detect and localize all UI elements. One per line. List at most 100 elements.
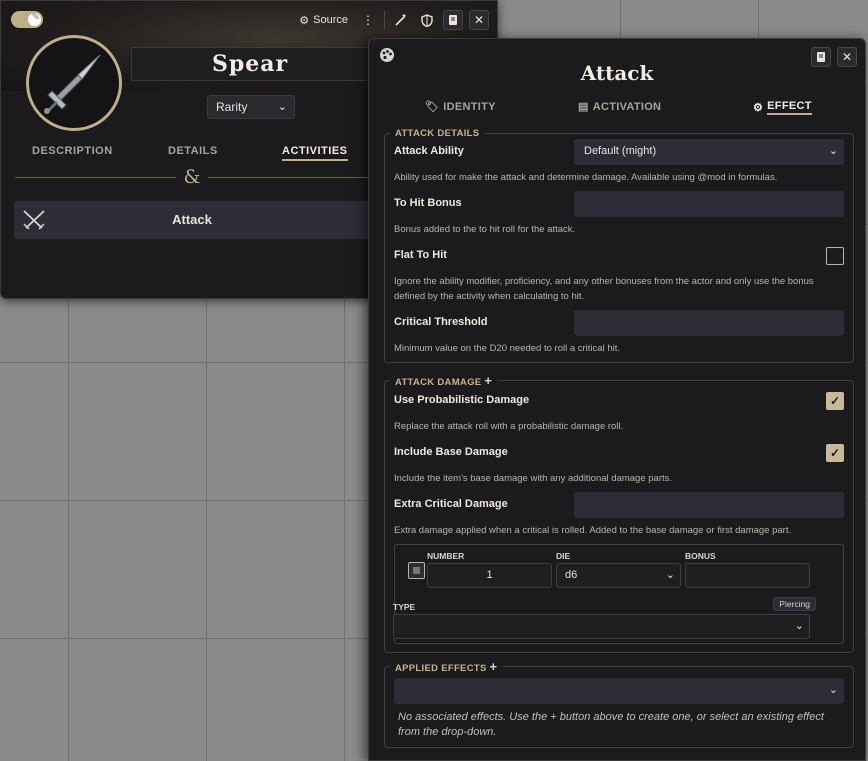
- attack-damage-group: ATTACK DAMAGE + Use Probabilistic Damage…: [384, 373, 854, 653]
- type-select[interactable]: ⌄: [393, 614, 810, 639]
- activity-config-window: ✕ Attack 🏷 IDENTITY ▤ ACTIVATION ⚙ EFFEC…: [368, 38, 866, 761]
- compendium-icon[interactable]: [443, 10, 463, 30]
- note-text: No associated effects. Use the: [398, 711, 548, 723]
- tab-activation[interactable]: ▤ ACTIVATION: [578, 100, 662, 114]
- number-label: NUMBER: [427, 551, 465, 561]
- item-portrait[interactable]: [26, 35, 122, 131]
- damage-part-checkbox[interactable]: [408, 562, 425, 579]
- field-hint: Ability used for make the attack and det…: [394, 172, 778, 183]
- plus-icon: +: [550, 711, 557, 723]
- chevron-down-icon: ⌄: [828, 145, 838, 157]
- more-options-icon[interactable]: ⋮: [358, 10, 378, 30]
- spear-icon: [44, 54, 101, 114]
- bonus-input[interactable]: [685, 563, 810, 588]
- tab-label: EFFECT: [767, 100, 812, 115]
- chevron-down-icon: ⌄: [828, 684, 838, 696]
- type-label: TYPE: [393, 602, 416, 612]
- field-label: Attack Ability: [394, 145, 464, 157]
- attack-ability-row: Attack Ability Default (might) ⌄: [394, 139, 844, 165]
- field-label: Extra Critical Damage: [394, 498, 508, 510]
- field-hint: Bonus added to the to hit roll for the a…: [394, 224, 576, 235]
- divider: [384, 11, 385, 29]
- effect-select-row: ⌄: [394, 678, 844, 704]
- tab-details[interactable]: DETAILS: [168, 145, 218, 157]
- tab-description[interactable]: DESCRIPTION: [32, 145, 113, 157]
- flat-to-hit-checkbox[interactable]: [826, 247, 844, 265]
- to-hit-bonus-input[interactable]: [574, 191, 844, 217]
- tab-identity[interactable]: 🏷 IDENTITY: [425, 100, 496, 114]
- rarity-value: Rarity: [216, 100, 248, 114]
- source-label: Source: [313, 14, 348, 26]
- number-input[interactable]: 1: [427, 563, 552, 588]
- tab-label: ACTIVATION: [592, 100, 662, 113]
- chevron-down-icon: ⌄: [665, 569, 675, 581]
- tab-effect[interactable]: ⚙ EFFECT: [753, 100, 812, 115]
- applied-effects-group: APPLIED EFFECTS + ⌄ No associated effect…: [384, 659, 854, 748]
- group-legend: APPLIED EFFECTS +: [390, 659, 502, 674]
- field-hint: Minimum value on the D20 needed to roll …: [394, 343, 621, 354]
- activity-tabs: 🏷 IDENTITY ▤ ACTIVATION ⚙ EFFECT: [369, 100, 865, 120]
- item-name[interactable]: Spear: [131, 47, 369, 81]
- field-hint: Extra damage applied when a critical is …: [394, 525, 792, 536]
- field-label: To Hit Bonus: [394, 197, 462, 209]
- tab-activities[interactable]: ACTIVITIES: [282, 145, 348, 161]
- effect-select[interactable]: ⌄: [394, 678, 844, 704]
- shield-icon[interactable]: [417, 10, 437, 30]
- edit-mode-toggle[interactable]: ✎: [11, 11, 43, 28]
- to-hit-bonus-row: To Hit Bonus: [394, 191, 844, 217]
- die-select[interactable]: d6 ⌄: [556, 563, 681, 588]
- include-base-damage-row: Include Base Damage ✓: [394, 440, 844, 466]
- probabilistic-damage-checkbox[interactable]: ✓: [826, 392, 844, 410]
- flat-to-hit-row: Flat To Hit: [394, 243, 844, 269]
- die-value: d6: [565, 569, 578, 581]
- attack-details-group: ATTACK DETAILS Attack Ability Default (m…: [384, 128, 854, 363]
- wrench-icon: ✎: [31, 12, 40, 23]
- critical-threshold-input[interactable]: [574, 310, 844, 336]
- group-legend: ATTACK DAMAGE +: [390, 373, 497, 388]
- item-header-controls: ⚙ Source ⋮ ✕: [295, 10, 489, 30]
- die-label: DIE: [556, 551, 571, 561]
- chevron-down-icon: ⌄: [794, 620, 804, 632]
- gear-icon: ⚙: [753, 102, 764, 114]
- field-hint: Ignore the ability modifier, proficiency…: [394, 276, 814, 302]
- extra-critical-damage-row: Extra Critical Damage: [394, 492, 844, 518]
- activity-item[interactable]: Attack: [14, 201, 370, 239]
- section-ornament: &: [15, 166, 370, 188]
- no-effects-note: No associated effects. Use the + button …: [394, 704, 844, 747]
- probabilistic-damage-row: Use Probabilistic Damage ✓: [394, 388, 844, 414]
- add-damage-icon[interactable]: +: [484, 373, 492, 388]
- field-label: Flat To Hit: [394, 249, 447, 261]
- field-label: Use Probabilistic Damage: [394, 394, 530, 406]
- field-label: Critical Threshold: [394, 316, 488, 328]
- chevron-down-icon: ⌄: [277, 101, 287, 113]
- tag-icon: 🏷: [425, 101, 440, 113]
- source-button[interactable]: ⚙ Source: [295, 14, 352, 27]
- window-title: Attack: [580, 61, 654, 85]
- clapperboard-icon: ▤: [578, 101, 589, 113]
- include-base-damage-checkbox[interactable]: ✓: [826, 444, 844, 462]
- bonus-label: BONUS: [685, 551, 716, 561]
- extra-critical-damage-input[interactable]: [574, 492, 844, 518]
- gear-icon: ⚙: [299, 14, 310, 27]
- select-value: Default (might): [584, 145, 657, 157]
- ornament-line: [208, 176, 370, 178]
- legend-text: ATTACK DAMAGE: [395, 377, 482, 388]
- magic-wand-icon[interactable]: [391, 10, 411, 30]
- rarity-select[interactable]: Rarity ⌄: [207, 95, 295, 119]
- field-hint: Replace the attack roll with a probabili…: [394, 421, 624, 432]
- item-tabs: DESCRIPTION DETAILS ACTIVITIES: [1, 145, 369, 163]
- field-hint: Include the item's base damage with any …: [394, 473, 673, 484]
- ampersand-ornament-icon: &: [183, 166, 201, 188]
- damage-part: NUMBER 1 DIE d6 ⌄ BONUS TYPE Piercing ⌄: [393, 544, 844, 644]
- damage-type-tag: Piercing: [773, 597, 816, 611]
- group-legend: ATTACK DETAILS: [395, 128, 480, 139]
- tab-label: IDENTITY: [443, 100, 496, 113]
- activity-label: Attack: [172, 212, 212, 227]
- critical-threshold-row: Critical Threshold: [394, 310, 844, 336]
- close-icon[interactable]: ✕: [469, 10, 489, 30]
- attack-ability-select[interactable]: Default (might) ⌄: [574, 139, 844, 165]
- field-label: Include Base Damage: [394, 446, 508, 458]
- ornament-line: [15, 176, 176, 178]
- add-effect-icon[interactable]: +: [490, 659, 498, 674]
- legend-text: APPLIED EFFECTS: [395, 663, 487, 674]
